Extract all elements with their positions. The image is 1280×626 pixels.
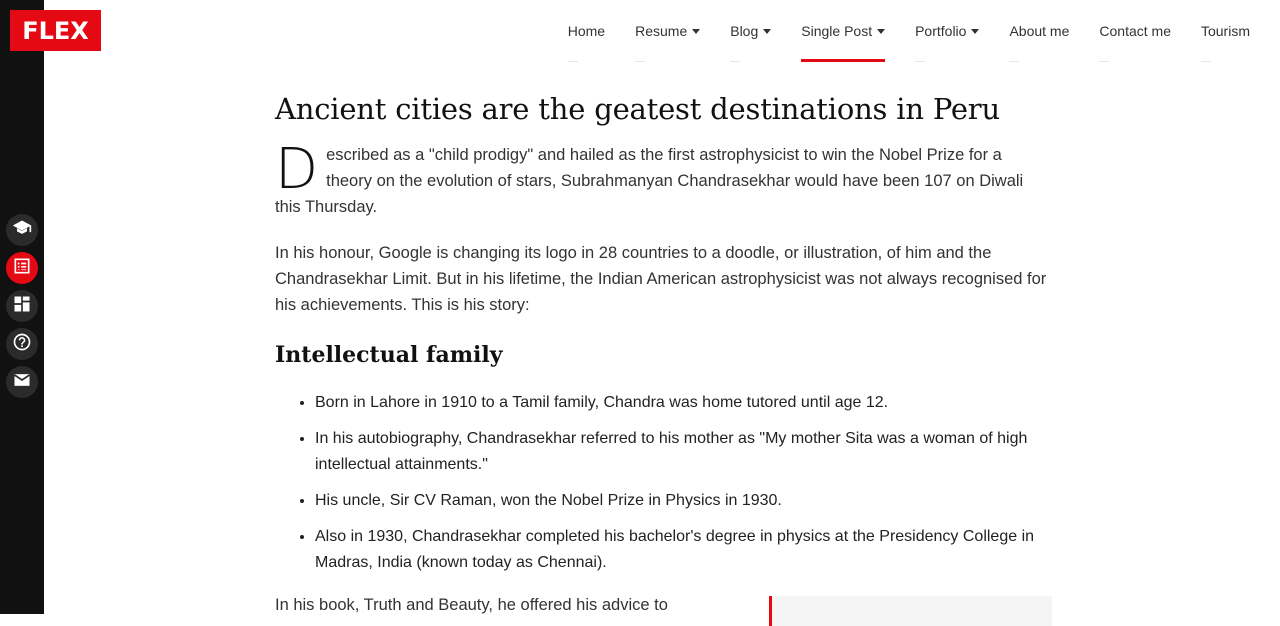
caret-down-icon [763, 28, 772, 34]
nav-divider [1200, 61, 1211, 62]
caret-down-icon [971, 28, 980, 34]
nav-item-label: Home [567, 23, 606, 39]
post-title: Ancient cities are the geatest destinati… [275, 92, 1000, 126]
nav-item-single-post[interactable]: Single Post [801, 0, 886, 62]
nav-item-label: Resume [635, 23, 688, 39]
graduation-cap-icon [12, 218, 32, 243]
lead-text: escribed as a "child prodigy" and hailed… [275, 146, 1024, 216]
nav-item-label: Contact me [1099, 23, 1171, 39]
body-paragraph: In his book, Truth and Beauty, he offere… [275, 596, 668, 614]
section-heading: Intellectual family [275, 342, 503, 368]
nav-item-label: Tourism [1200, 23, 1250, 39]
nav-divider [567, 61, 578, 62]
caret-down-icon [692, 28, 701, 34]
nav-item-about[interactable]: About me [1009, 0, 1069, 62]
sidebar [0, 0, 44, 614]
list-item: Also in 1930, Chandrasekhar completed hi… [315, 524, 1050, 576]
drop-cap: D [275, 137, 319, 202]
nav-item-label: About me [1009, 23, 1070, 39]
nav-divider [915, 61, 926, 62]
sidebar-blog-button[interactable] [6, 252, 38, 284]
caret-down-icon [877, 28, 886, 34]
nav-item-tourism[interactable]: Tourism [1200, 0, 1250, 62]
sidebar-portfolio-button[interactable] [6, 290, 38, 322]
sidebar-icon-list [6, 214, 38, 398]
body-paragraph: In his honour, Google is changing its lo… [275, 244, 1047, 314]
nav-item-label: Blog [730, 23, 759, 39]
main-navigation: Home Resume Blog Single Post Portfolio A… [567, 0, 1280, 62]
list-item: Born in Lahore in 1910 to a Tamil family… [315, 390, 1050, 416]
post-continuation: In his book, Truth and Beauty, he offere… [275, 596, 1052, 626]
nav-item-resume[interactable]: Resume [635, 0, 701, 62]
nav-item-label: Single Post [801, 23, 873, 39]
post-content: Ancient cities are the geatest destinati… [275, 88, 1050, 586]
mail-icon [12, 370, 32, 395]
sidebar-contact-button[interactable] [6, 366, 38, 398]
dashboard-grid-icon [12, 294, 32, 319]
nav-divider [1099, 61, 1110, 62]
bullet-list: Born in Lahore in 1910 to a Tamil family… [275, 390, 1050, 576]
help-circle-icon [12, 332, 32, 357]
sidebar-help-button[interactable] [6, 328, 38, 360]
nav-item-home[interactable]: Home [567, 0, 606, 62]
nav-item-blog[interactable]: Blog [730, 0, 772, 62]
nav-divider [730, 61, 741, 62]
list-card-icon [12, 256, 32, 281]
list-item: His uncle, Sir CV Raman, won the Nobel P… [315, 488, 1050, 514]
lead-paragraph: Described as a "child prodigy" and haile… [275, 142, 1050, 220]
site-logo[interactable]: FLEX [10, 10, 101, 51]
blockquote [769, 596, 1052, 626]
list-item: In his autobiography, Chandrasekhar refe… [315, 426, 1050, 478]
nav-divider [635, 61, 646, 62]
nav-item-portfolio[interactable]: Portfolio [915, 0, 980, 62]
sidebar-education-button[interactable] [6, 214, 38, 246]
nav-item-contact[interactable]: Contact me [1099, 0, 1171, 62]
nav-divider [1009, 61, 1020, 62]
nav-item-label: Portfolio [915, 23, 967, 39]
